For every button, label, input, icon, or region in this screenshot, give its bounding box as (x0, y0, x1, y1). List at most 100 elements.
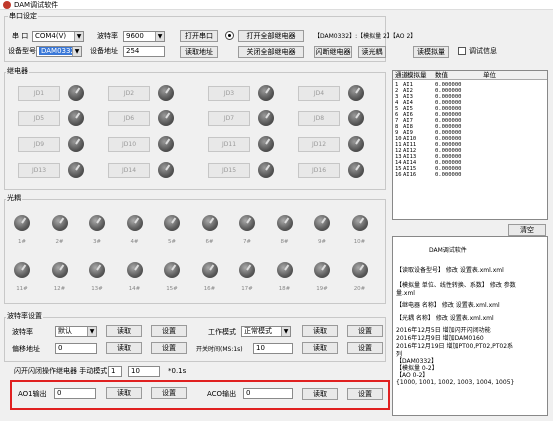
optocoupler-lamp-icon (164, 262, 180, 278)
serial-group-title: 串口设定 (8, 12, 38, 20)
ao1-input[interactable]: 0 (54, 388, 96, 399)
baud-select[interactable]: 9600 ▼ (123, 31, 165, 42)
mode-read-button[interactable]: 读取 (302, 325, 338, 337)
optocoupler-lamp-icon (351, 215, 368, 231)
optocoupler-label: 18# (278, 286, 291, 292)
flash-label: 闪开闪闭操作继电器 手动模式 (14, 367, 108, 375)
relay-button[interactable]: JD14 (108, 163, 150, 178)
addr-set-button[interactable]: 设置 (151, 342, 187, 354)
optocoupler-label: 3# (92, 239, 102, 245)
table-row[interactable]: 16 AI16 0.000000 (393, 172, 547, 178)
relay-button[interactable]: JD4 (298, 86, 340, 101)
aco-read-button[interactable]: 读取 (302, 388, 338, 400)
table-cell-ch: 16 (395, 172, 402, 178)
relay-button[interactable]: JD9 (18, 137, 60, 152)
flash-relay-select[interactable]: 1 (108, 366, 122, 377)
device-model-label: 设备型号 (8, 47, 36, 55)
addr-read-button[interactable]: 读取 (106, 342, 142, 354)
relay-button[interactable]: JD10 (108, 137, 150, 152)
relay-button[interactable]: JD5 (18, 111, 60, 126)
switch-time-label: 开关时间(MS:1s) (196, 346, 243, 353)
relay-button[interactable]: JD11 (208, 137, 250, 152)
read-analog-button[interactable]: 读模拟量 (413, 46, 449, 58)
optocoupler-label: 17# (241, 286, 253, 292)
optocoupler-lamp-icon (201, 262, 218, 278)
debug-info-checkbox[interactable] (458, 47, 466, 55)
relay-knob-icon (158, 85, 174, 101)
optocoupler-label: 20# (353, 286, 366, 292)
table-cell-val: 0.000000 (435, 172, 462, 178)
device-addr-input[interactable]: 254 (123, 46, 165, 57)
optocoupler-lamp-icon (276, 215, 293, 231)
relay-button[interactable]: JD8 (298, 111, 340, 126)
switch-read-button[interactable]: 读取 (302, 342, 338, 354)
ao1-label: AO1输出 (18, 390, 47, 398)
flash-relay-button[interactable]: 闪断继电器 (314, 46, 352, 58)
mode-set-button[interactable]: 设置 (347, 325, 383, 337)
info-line: {1000, 1001, 1002, 1003, 1004, 1005} (396, 379, 515, 386)
relay-knob-icon (348, 110, 364, 126)
flash-time-input[interactable]: 10 (128, 366, 160, 377)
optocoupler-label: 10# (353, 239, 366, 245)
read-optocoupler-button[interactable]: 读光耦 (358, 46, 386, 58)
aco-set-button[interactable]: 设置 (347, 388, 383, 400)
title-bar: DAM调试软件 (0, 0, 553, 10)
relay-button[interactable]: JD15 (208, 163, 250, 178)
optocoupler-label: 2# (55, 239, 64, 245)
relay-knob-icon (68, 110, 84, 126)
relay-knob-icon (348, 162, 364, 178)
aco-input[interactable]: 0 (243, 388, 293, 399)
relay-button[interactable]: JD16 (298, 163, 340, 178)
relay-knob-icon (348, 136, 364, 152)
optocoupler-lamp-icon (314, 262, 330, 278)
ao1-set-button[interactable]: 设置 (151, 387, 187, 399)
port-label: 串 口 (12, 32, 29, 40)
mode-select[interactable]: 正常模式 ▼ (241, 326, 291, 337)
ao1-read-button[interactable]: 读取 (106, 387, 142, 399)
switch-set-button[interactable]: 设置 (347, 342, 383, 354)
info-line: 2016年12月9日 增加DAM0160 (396, 335, 484, 342)
relay-knob-icon (68, 85, 84, 101)
flash-unit-label: *0.1s (168, 367, 187, 375)
relay-knob-icon (258, 136, 274, 152)
analog-table[interactable]: 通道 模拟量 数值 单位 1 AI1 0.000000 2 AI2 0.000000 3 AI… (392, 70, 548, 220)
optocoupler-lamp-icon (314, 215, 330, 231)
relay-knob-icon (258, 110, 274, 126)
relay-button[interactable]: JD2 (108, 86, 150, 101)
relay-button[interactable]: JD3 (208, 86, 250, 101)
port-select[interactable]: COM4(V) ▼ (32, 31, 84, 42)
info-line: 列 (396, 351, 403, 358)
optocoupler-lamp-icon (126, 215, 143, 231)
optocoupler-lamp-icon (201, 215, 218, 231)
open-port-button[interactable]: 打开串口 (180, 30, 218, 42)
baud-read-button[interactable]: 读取 (106, 325, 142, 337)
baud-set-button[interactable]: 设置 (151, 325, 187, 337)
optocoupler-label: 9# (317, 239, 327, 245)
header-value: 数值 (435, 71, 448, 79)
relay-button[interactable]: JD12 (298, 137, 340, 152)
header-unit: 单位 (483, 71, 496, 79)
optocoupler-lamp-icon (14, 262, 30, 278)
switch-time-input[interactable]: 10 (253, 343, 293, 354)
offset-addr-input[interactable]: 0 (55, 343, 97, 354)
relay-button[interactable]: JD6 (108, 111, 150, 126)
chevron-down-icon: ▼ (87, 327, 96, 336)
baud-settings-select[interactable]: 默认 ▼ (55, 326, 97, 337)
relay-knob-icon (258, 162, 274, 178)
device-model-select[interactable]: DAM0332 ▼ (36, 46, 82, 57)
chevron-down-icon: ▼ (72, 47, 81, 56)
optocoupler-lamp-icon (51, 215, 68, 231)
read-addr-button[interactable]: 读取地址 (180, 46, 218, 58)
open-all-relays-button[interactable]: 打开全部继电器 (238, 30, 304, 42)
relay-button[interactable]: JD13 (18, 163, 60, 178)
info-line: 【模拟量 单位、线性转换、系数】 修改 参数 (396, 282, 516, 289)
relay-button[interactable]: JD7 (208, 111, 250, 126)
close-all-relays-button[interactable]: 关闭全部继电器 (238, 46, 304, 58)
port-status-radio[interactable] (225, 31, 234, 40)
clear-button[interactable]: 清空 (508, 224, 546, 236)
relay-knob-icon (68, 162, 84, 178)
relay-button[interactable]: JD1 (18, 86, 60, 101)
relay-knob-icon (348, 85, 364, 101)
relay-knob-icon (158, 162, 174, 178)
relay-knob-icon (258, 85, 274, 101)
